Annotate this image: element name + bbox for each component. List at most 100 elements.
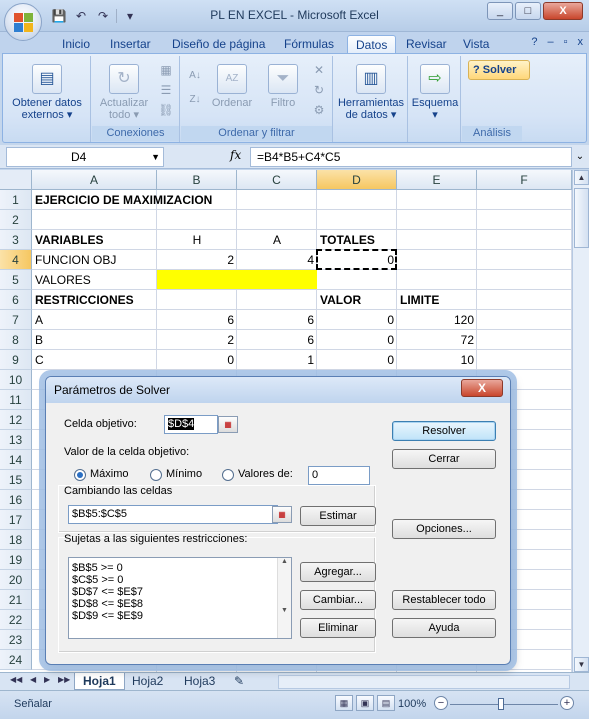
normal-view-icon[interactable]: ▦ [335,695,353,711]
cell-b9[interactable]: 0 [157,350,237,370]
row-header-5[interactable]: 5 [0,270,32,290]
next-sheet-icon[interactable]: ▶ [44,675,50,684]
ribbon-close-icon[interactable]: x [578,36,584,48]
filter-button[interactable]: ⏷ Filtro [261,64,305,109]
cell-a6[interactable]: RESTRICCIONES [32,290,157,310]
cell-c8[interactable]: 6 [237,330,317,350]
solve-button[interactable]: Resolver [392,421,496,441]
target-collapse-icon[interactable]: ▦ [218,416,238,433]
connections-icon[interactable]: ▦ [158,62,174,78]
row-header-22[interactable]: 22 [0,610,32,630]
zoom-slider[interactable]: − + [434,696,574,712]
column-header-b[interactable]: B [157,170,237,190]
scroll-down-icon[interactable]: ▼ [574,657,589,672]
scroll-up-icon[interactable]: ▲ [574,170,589,185]
radio-valores-de[interactable] [222,469,234,481]
column-header-d[interactable]: D [317,170,397,190]
cell-c7[interactable]: 6 [237,310,317,330]
row-header-24[interactable]: 24 [0,650,32,670]
row-header-1[interactable]: 1 [0,190,32,210]
tab-diseno-pagina[interactable]: Diseño de página [164,35,273,54]
constraint-item[interactable]: $D$9 <= $E$9 [69,610,291,622]
sort-za-icon[interactable]: Z↓ [187,92,203,108]
values-of-input[interactable]: 0 [308,466,370,485]
options-button[interactable]: Opciones... [392,519,496,539]
row-header-23[interactable]: 23 [0,630,32,650]
cell-a7[interactable]: A [32,310,157,330]
cell-e9[interactable]: 10 [397,350,477,370]
tab-insertar[interactable]: Insertar [102,35,159,54]
row-header-21[interactable]: 21 [0,590,32,610]
cell-d3[interactable]: TOTALES [317,230,397,250]
sort-button[interactable]: AZ Ordenar [207,64,257,109]
highlighted-cells-b5-c5[interactable] [157,270,317,289]
insert-sheet-icon[interactable]: ✎ [226,673,252,690]
close-button[interactable]: X [543,2,583,20]
expand-formula-icon[interactable]: ⌄ [573,148,587,166]
change-constraint-button[interactable]: Cambiar... [300,590,376,610]
cancel-button[interactable]: Cerrar [392,449,496,469]
sort-az-icon[interactable]: A↓ [187,68,203,84]
sheet-tab-hoja2[interactable]: Hoja2 [124,673,171,690]
cell-e7[interactable]: 120 [397,310,477,330]
radio-minimo[interactable] [150,469,162,481]
cell-e6[interactable]: LIMITE [397,290,477,310]
edit-links-icon[interactable]: ⛓ [158,102,174,118]
row-header-20[interactable]: 20 [0,570,32,590]
delete-constraint-button[interactable]: Eliminar [300,618,376,638]
row-header-15[interactable]: 15 [0,470,32,490]
constraint-item[interactable]: $D$7 <= $E$7 [69,586,291,598]
name-box[interactable]: D4 ▼ [6,147,164,167]
constraints-list[interactable]: $B$5 >= 0 $C$5 >= 0 $D$7 <= $E$7 $D$8 <= $E… [68,557,292,639]
office-button[interactable] [4,3,42,41]
help-button[interactable]: Ayuda [392,618,496,638]
tab-vista[interactable]: Vista [455,35,497,54]
get-external-data-button[interactable]: ▤ Obtener datos externos ▾ [7,64,87,121]
cell-c3[interactable]: A [237,230,317,250]
cell-b8[interactable]: 2 [157,330,237,350]
changing-cells-input[interactable]: $B$5:$C$5 [68,505,278,524]
cell-d6[interactable]: VALOR [317,290,397,310]
cell-c9[interactable]: 1 [237,350,317,370]
row-header-3[interactable]: 3 [0,230,32,250]
page-break-view-icon[interactable]: ▤ [377,695,395,711]
formula-input[interactable]: =B4*B5+C4*C5 [250,147,572,167]
row-header-7[interactable]: 7 [0,310,32,330]
cell-a9[interactable]: C [32,350,157,370]
ribbon-restore-icon[interactable]: ▫ [564,36,568,48]
clear-filter-icon[interactable]: ✕ [311,62,327,78]
reset-all-button[interactable]: Restablecer todo [392,590,496,610]
cell-c4[interactable]: 4 [237,250,317,270]
cell-b7[interactable]: 6 [157,310,237,330]
column-header-f[interactable]: F [477,170,572,190]
zoom-out-icon[interactable]: − [434,696,448,710]
column-header-c[interactable]: C [237,170,317,190]
estimate-button[interactable]: Estimar [300,506,376,526]
select-all-corner[interactable] [0,170,32,190]
row-header-14[interactable]: 14 [0,450,32,470]
cell-a4[interactable]: FUNCION OBJ [32,250,157,270]
tab-inicio[interactable]: Inicio [54,35,98,54]
cell-a5[interactable]: VALORES [32,270,157,290]
sheet-tab-hoja1[interactable]: Hoja1 [74,673,125,690]
solver-button[interactable]: ? Solver [468,60,530,80]
properties-icon[interactable]: ☰ [158,82,174,98]
row-header-17[interactable]: 17 [0,510,32,530]
vertical-scrollbar[interactable]: ▲ ▼ [572,170,589,672]
tab-datos[interactable]: Datos [347,35,397,54]
zoom-level[interactable]: 100% [398,698,426,710]
constraint-item[interactable]: $C$5 >= 0 [69,574,291,586]
cell-b4[interactable]: 2 [157,250,237,270]
sheet-tab-hoja3[interactable]: Hoja3 [176,673,223,690]
prev-sheet-icon[interactable]: ◀ [30,675,36,684]
row-header-19[interactable]: 19 [0,550,32,570]
row-header-13[interactable]: 13 [0,430,32,450]
constraint-item[interactable]: $B$5 >= 0 [69,562,291,574]
row-header-11[interactable]: 11 [0,390,32,410]
cell-a1[interactable]: EJERCICIO DE MAXIMIZACION [32,190,212,210]
add-constraint-button[interactable]: Agregar... [300,562,376,582]
row-header-8[interactable]: 8 [0,330,32,350]
scroll-thumb[interactable] [574,188,589,248]
cell-a8[interactable]: B [32,330,157,350]
tab-revisar[interactable]: Revisar [398,35,455,54]
